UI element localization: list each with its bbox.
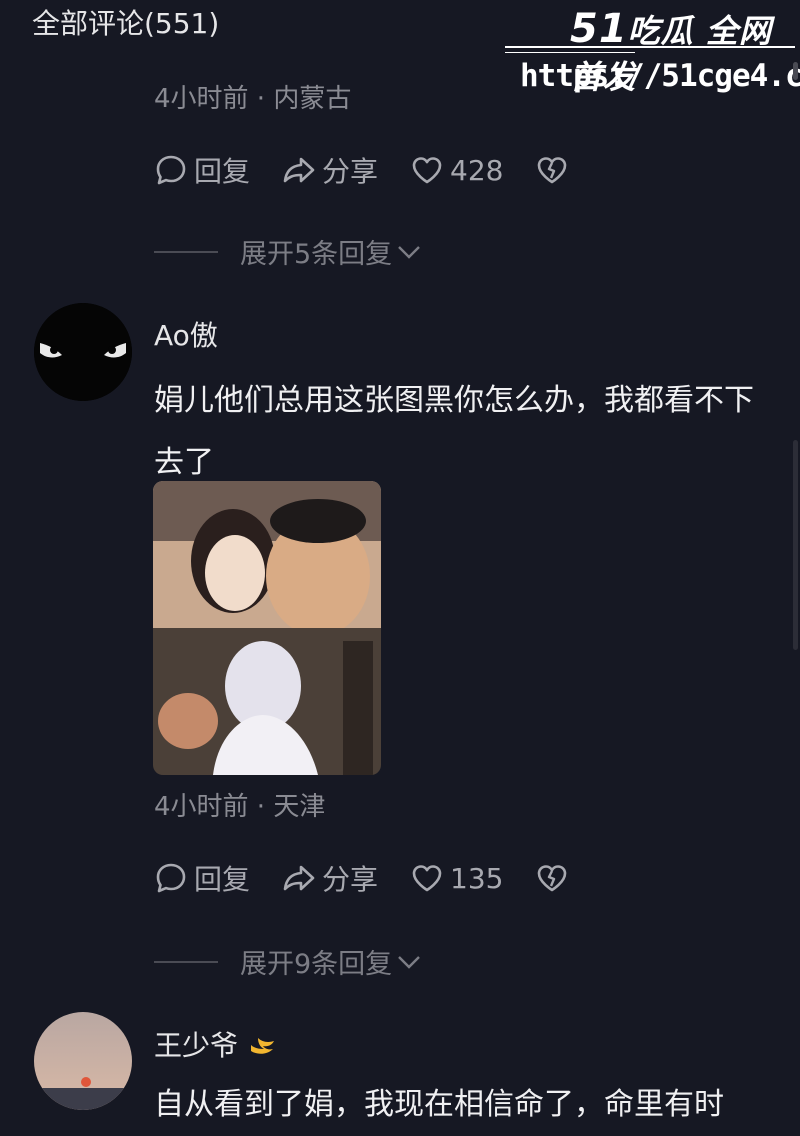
share-label: 分享 [322, 155, 379, 188]
heart-icon [412, 157, 442, 184]
comment-text: 自从看到了娟，我现在相信命了，命里有时 [154, 1087, 724, 1122]
comments-count-title: 全部评论(551) [32, 7, 220, 40]
expand-replies-label: 展开5条回复 [240, 239, 393, 270]
comment-username-text: 王少爷 [154, 1029, 239, 1062]
chevron-down-icon [398, 955, 421, 969]
scrollbar[interactable] [793, 62, 798, 80]
share-icon [283, 865, 315, 891]
comment-icon [156, 155, 186, 185]
share-button[interactable]: 分享 [282, 150, 378, 190]
avatar-eyes-image [34, 303, 132, 401]
comment-actions: 回复 分享 428 [154, 150, 607, 190]
scrollbar-thumb[interactable] [793, 440, 798, 650]
avatar[interactable] [34, 303, 132, 401]
reply-button[interactable]: 回复 [154, 150, 250, 190]
dislike-button[interactable] [535, 861, 575, 895]
reply-button[interactable]: 回复 [154, 858, 250, 898]
chevron-down-icon [398, 245, 421, 259]
avatar[interactable] [34, 1012, 132, 1110]
divider [154, 960, 218, 963]
avatar-sunset-image [34, 1012, 132, 1110]
broken-heart-icon [538, 865, 567, 892]
share-label: 分享 [322, 863, 379, 896]
divider [154, 250, 218, 253]
watermark-brand-number: 51 [570, 6, 628, 52]
like-button[interactable]: 135 [410, 861, 503, 895]
like-button[interactable]: 428 [410, 153, 503, 187]
comment-icon [156, 863, 186, 893]
comment-username[interactable]: Ao傲 [154, 314, 218, 354]
comment-meta: 4小时前 · 内蒙古 [154, 84, 352, 114]
heart-icon [412, 865, 442, 892]
comment-username[interactable]: 王少爷 [154, 1024, 277, 1064]
expand-replies-button[interactable]: 展开5条回复 [154, 232, 422, 271]
expand-replies-label: 展开9条回复 [240, 949, 393, 980]
comment-text: 娟儿他们总用这张图黑你怎么办，我都看不下去了 [154, 383, 754, 480]
comment-actions: 回复 分享 135 [154, 858, 607, 898]
watermark-url: https://51cge4.com [520, 58, 800, 94]
share-icon [283, 157, 315, 183]
dislike-button[interactable] [535, 153, 575, 187]
expand-replies-button[interactable]: 展开9条回复 [154, 942, 422, 981]
comment-image[interactable] [153, 481, 381, 775]
comment-image-collage [153, 481, 381, 775]
comment-meta: 4小时前 · 天津 [154, 792, 326, 822]
watermark: 51吃瓜 全网首发 https://51cge4.com [500, 0, 800, 100]
broken-heart-icon [538, 157, 567, 184]
reply-label: 回复 [194, 155, 251, 188]
reply-label: 回复 [194, 863, 251, 896]
like-count: 135 [450, 861, 504, 895]
badge-icon [250, 1038, 274, 1054]
share-button[interactable]: 分享 [282, 858, 378, 898]
like-count: 428 [450, 153, 504, 187]
